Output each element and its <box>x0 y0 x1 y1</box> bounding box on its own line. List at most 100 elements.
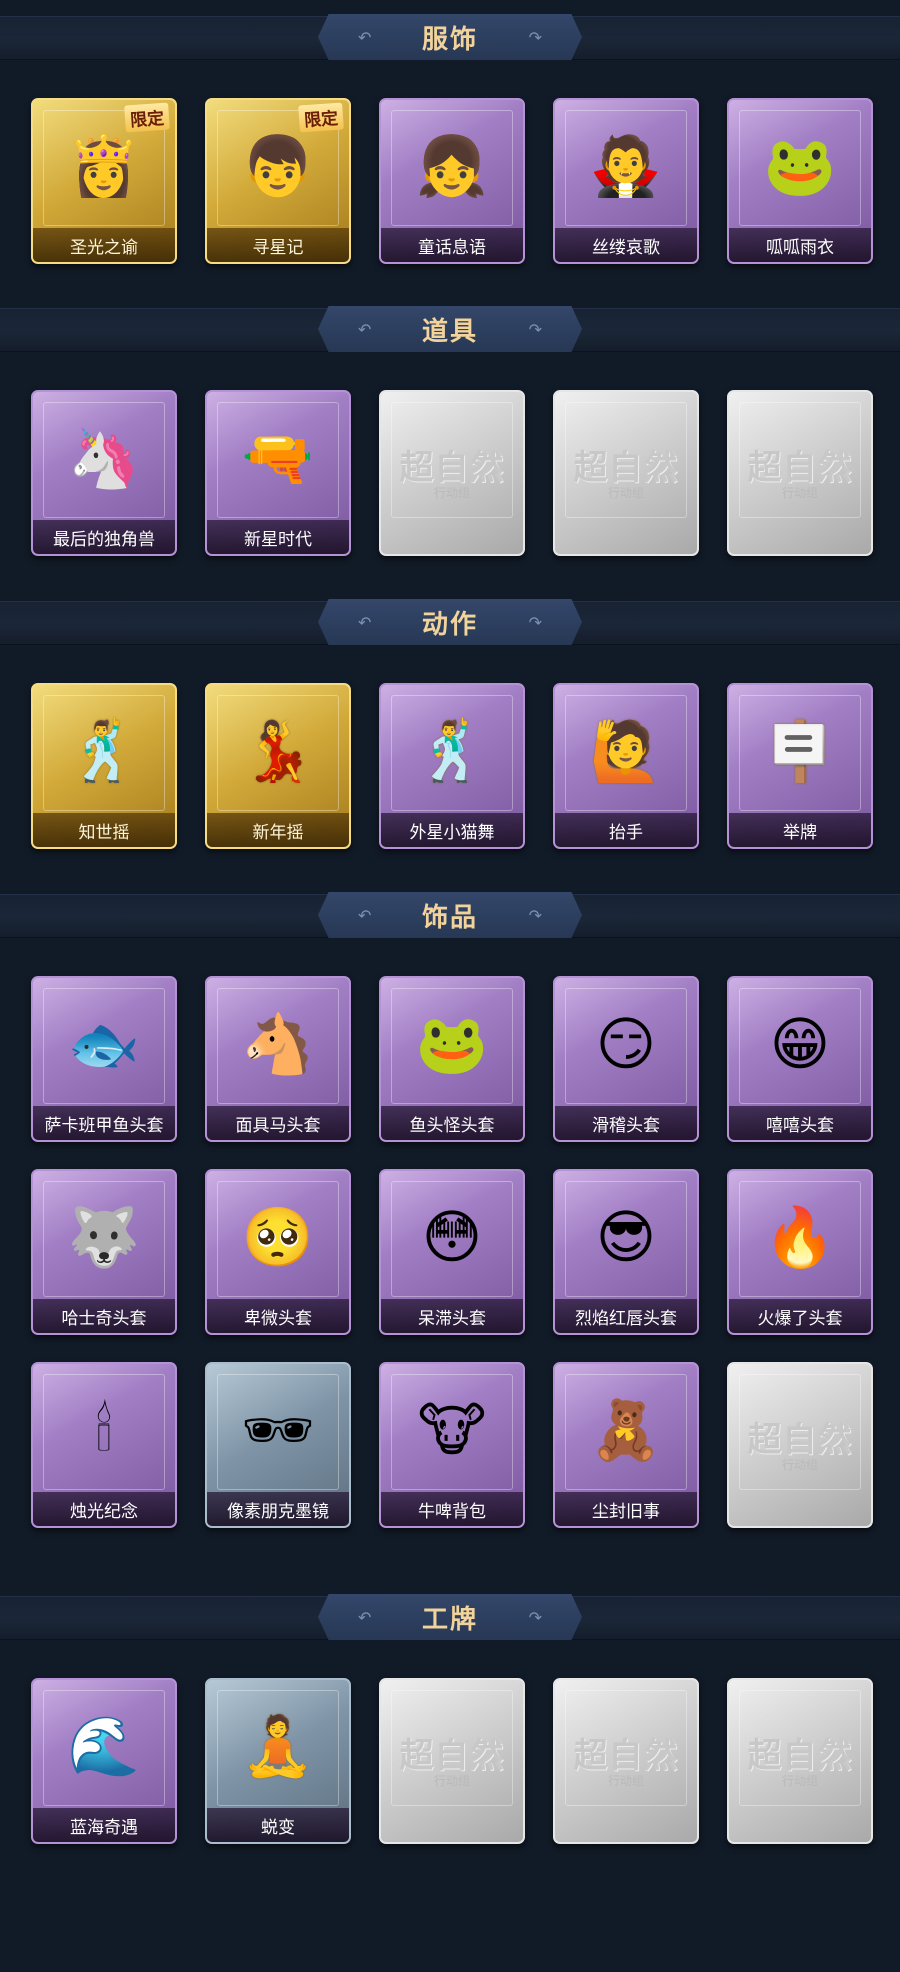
item-card[interactable]: 🐮 牛啤背包 <box>379 1362 525 1528</box>
placeholder-logo-subtitle: 行动组 <box>607 486 644 500</box>
placeholder-logo-icon: 超自然 <box>573 448 679 488</box>
placeholder-logo-subtitle: 行动组 <box>781 1458 818 1472</box>
item-label: 烛光纪念 <box>33 1492 175 1526</box>
item-label: 新年摇 <box>207 813 349 847</box>
section-header: ↶ 工牌 ↷ <box>318 1594 582 1640</box>
item-label: 萨卡班甲鱼头套 <box>33 1106 175 1140</box>
item-card[interactable]: 😎 烈焰红唇头套 <box>553 1169 699 1335</box>
dancing-figure-icon: 🕺 <box>415 717 489 785</box>
item-card[interactable]: 💃 新年摇 <box>205 683 351 849</box>
item-card[interactable]: 🧛 丝缕哀歌 <box>553 98 699 264</box>
locked-item-card[interactable]: 超自然 行动组 <box>553 1678 699 1844</box>
unicorn-horn-lance-icon: 🦄 <box>67 424 141 492</box>
pixel-sunglasses-icon: 🕶 <box>241 1396 315 1464</box>
placeholder-logo-subtitle: 行动组 <box>607 1774 644 1788</box>
item-card[interactable]: 🔫 新星时代 <box>205 390 351 556</box>
item-card[interactable]: 🐸 呱呱雨衣 <box>727 98 873 264</box>
placeholder-logo-subtitle: 行动组 <box>433 486 470 500</box>
frog-raincoat-girl-avatar-icon: 🐸 <box>763 132 837 200</box>
placeholder-logo-subtitle: 行动组 <box>781 486 818 500</box>
section-header: ↶ 动作 ↷ <box>318 599 582 645</box>
item-label: 火爆了头套 <box>729 1299 871 1333</box>
item-label: 丝缕哀歌 <box>555 228 697 262</box>
item-label: 卑微头套 <box>207 1299 349 1333</box>
section-title: 服饰 <box>421 24 478 55</box>
chibi-charm-icon: 🧸 <box>589 1396 663 1464</box>
ocean-badge-card-icon: 🌊 <box>67 1712 141 1780</box>
item-label: 蜕变 <box>207 1808 349 1842</box>
section-title: 动作 <box>421 609 478 640</box>
placeholder-logo-icon: 超自然 <box>747 448 853 488</box>
silhouette-badge-card-icon: 🧘 <box>241 1712 315 1780</box>
item-card[interactable]: 👧 童话息语 <box>379 98 525 264</box>
pleading-emoji-mask-icon: 🥺 <box>241 1203 315 1271</box>
item-label: 新星时代 <box>207 520 349 554</box>
item-card[interactable]: 🙋 抬手 <box>553 683 699 849</box>
item-card[interactable]: 🌊 蓝海奇遇 <box>31 1678 177 1844</box>
item-label: 尘封旧事 <box>555 1492 697 1526</box>
locked-item-card[interactable]: 超自然 行动组 <box>727 390 873 556</box>
item-label: 抬手 <box>555 813 697 847</box>
dancing-figure-icon: 💃 <box>241 717 315 785</box>
section-title: 饰品 <box>421 902 478 933</box>
placeholder-logo-icon: 超自然 <box>747 1420 853 1460</box>
item-card[interactable]: 🕯 烛光纪念 <box>31 1362 177 1528</box>
item-label: 滑稽头套 <box>555 1106 697 1140</box>
locked-item-card[interactable]: 超自然 行动组 <box>379 1678 525 1844</box>
item-card[interactable]: 🕺 外星小猫舞 <box>379 683 525 849</box>
item-label: 呱呱雨衣 <box>729 228 871 262</box>
smirk-emoji-mask-icon: 😏 <box>595 1010 657 1078</box>
item-card[interactable]: 🔥 火爆了头套 <box>727 1169 873 1335</box>
item-label: 童话息语 <box>381 228 523 262</box>
placeholder-logo-subtitle: 行动组 <box>433 1774 470 1788</box>
item-label: 蓝海奇遇 <box>33 1808 175 1842</box>
item-label: 外星小猫舞 <box>381 813 523 847</box>
locked-item-card[interactable]: 超自然 行动组 <box>553 390 699 556</box>
fire-spirit-mask-icon: 🔥 <box>763 1203 837 1271</box>
locked-item-card[interactable]: 超自然 行动组 <box>727 1678 873 1844</box>
item-card[interactable]: 🧘 蜕变 <box>205 1678 351 1844</box>
locked-item-card[interactable]: 超自然 行动组 <box>379 390 525 556</box>
item-card[interactable]: 🥺 卑微头套 <box>205 1169 351 1335</box>
item-card[interactable]: 👦 寻星记 限定 <box>205 98 351 264</box>
item-card[interactable]: 🕺 知世摇 <box>31 683 177 849</box>
locked-item-card[interactable]: 超自然 行动组 <box>727 1362 873 1528</box>
placeholder-logo-icon: 超自然 <box>399 448 505 488</box>
item-card[interactable]: 🕶 像素朋克墨镜 <box>205 1362 351 1528</box>
section-header: ↶ 饰品 ↷ <box>318 892 582 938</box>
swirl-ornament-icon: ↷ <box>528 1608 542 1627</box>
item-card[interactable]: 😏 滑稽头套 <box>553 976 699 1142</box>
item-card[interactable]: 🧸 尘封旧事 <box>553 1362 699 1528</box>
item-card[interactable]: 🦄 最后的独角兽 <box>31 390 177 556</box>
placeholder-logo-icon: 超自然 <box>399 1736 505 1776</box>
item-card[interactable]: 🐟 萨卡班甲鱼头套 <box>31 976 177 1142</box>
candle-mascot-icon: 🕯 <box>95 1396 113 1464</box>
item-label: 鱼头怪头套 <box>381 1106 523 1140</box>
item-card[interactable]: 🐺 哈士奇头套 <box>31 1169 177 1335</box>
item-label: 知世摇 <box>33 813 175 847</box>
item-label: 举牌 <box>729 813 871 847</box>
section-header: ↶ 服饰 ↷ <box>318 14 582 60</box>
swirl-ornament-icon: ↶ <box>358 320 372 339</box>
item-label: 寻星记 <box>207 228 349 262</box>
swirl-ornament-icon: ↶ <box>358 1608 372 1627</box>
green-fish-monster-mask-icon: 🐸 <box>415 1010 489 1078</box>
item-label: 呆滞头套 <box>381 1299 523 1333</box>
red-haired-girl-avatar-icon: 👧 <box>415 132 489 200</box>
cow-beer-backpack-icon: 🐮 <box>417 1396 487 1464</box>
hold-sign-figure-icon: 🪧 <box>763 717 837 785</box>
item-card[interactable]: 🐴 面具马头套 <box>205 976 351 1142</box>
item-card[interactable]: 😳 呆滞头套 <box>379 1169 525 1335</box>
item-label: 面具马头套 <box>207 1106 349 1140</box>
placeholder-logo-icon: 超自然 <box>747 1736 853 1776</box>
item-label: 哈士奇头套 <box>33 1299 175 1333</box>
grin-emoji-mask-icon: 😁 <box>769 1010 831 1078</box>
item-label: 像素朋克墨镜 <box>207 1492 349 1526</box>
item-card[interactable]: 😁 嘻嘻头套 <box>727 976 873 1142</box>
swirl-ornament-icon: ↶ <box>358 28 372 47</box>
item-card[interactable]: 🪧 举牌 <box>727 683 873 849</box>
item-card[interactable]: 🐸 鱼头怪头套 <box>379 976 525 1142</box>
horse-head-mask-icon: 🐴 <box>241 1010 315 1078</box>
yellow-mouse-sunglasses-mask-icon: 😎 <box>595 1203 657 1271</box>
item-card[interactable]: 👸 圣光之谕 限定 <box>31 98 177 264</box>
